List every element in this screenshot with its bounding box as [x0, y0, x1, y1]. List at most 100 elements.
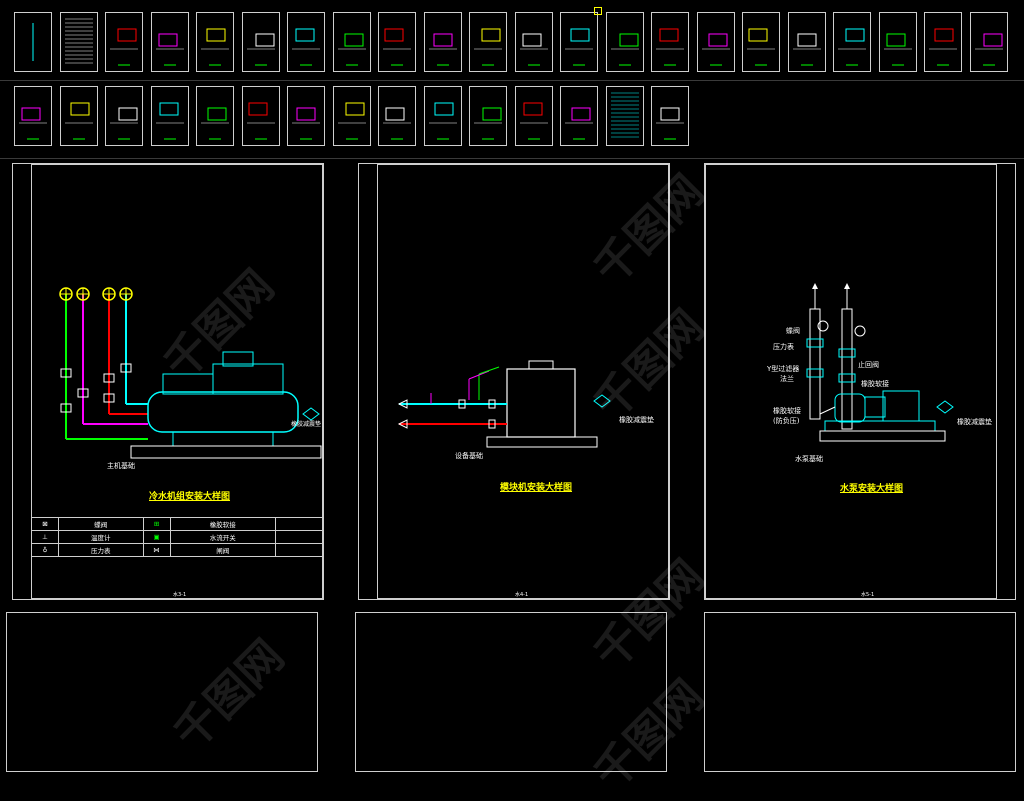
sheet-thumbnail[interactable]: [332, 12, 371, 72]
legend-label: 压力表: [58, 543, 144, 557]
sheet-thumbnail[interactable]: [14, 12, 52, 72]
sheet-thumbnail[interactable]: [150, 86, 189, 146]
sheet-chiller-install[interactable]: 主机基础 橡胶减震垫 冷水机组安装大样图 ⊠ 蝶阀 ⊞ 橡胶软接 ⊥ 温度计 ▣…: [12, 163, 324, 600]
drawing-icon: [110, 107, 138, 140]
drawing-icon: [110, 28, 138, 66]
drawing-icon: [747, 28, 775, 66]
sheet-thumbnail[interactable]: [469, 12, 507, 72]
drawing-icon: [565, 107, 593, 140]
sheet-thumbnail[interactable]: [196, 86, 234, 146]
flow-switch-symbol-icon: ▣: [142, 530, 171, 544]
sheet-thumbnail[interactable]: [560, 12, 598, 72]
drawing-icon: [474, 107, 502, 140]
sheet-thumbnail[interactable]: [833, 12, 871, 72]
drawing-icon: [292, 28, 320, 66]
sheet-thumbnail[interactable]: [196, 12, 234, 72]
soft-joint-bottom-label: 橡胶软接: [773, 407, 801, 415]
damper-label: 橡胶减震垫: [291, 421, 322, 428]
drawing-icon: [565, 28, 593, 66]
sheet-number: 水3-1: [173, 592, 187, 598]
title-sheet-icon: [32, 23, 34, 61]
drawing-icon: [656, 107, 684, 140]
damper-label: 橡胶减震垫: [957, 418, 992, 426]
row-divider: [0, 158, 1024, 159]
legend-label: 闸阀: [169, 543, 277, 557]
drawing-icon: [474, 28, 502, 66]
legend-table: ⊠ 蝶阀 ⊞ 橡胶软接 ⊥ 温度计 ▣ 水流开关 ♁ 压力表 ⋈ 闸阀: [31, 517, 323, 557]
drawing-icon: [155, 33, 184, 66]
sheet-title: 冷水机组安装大样图: [149, 492, 231, 502]
drawing-icon: [519, 102, 548, 140]
drawing-icon: [428, 102, 457, 140]
sheet-thumbnail[interactable]: [605, 12, 644, 72]
base-label: 水泵基础: [795, 455, 823, 463]
drawing-icon: [701, 33, 730, 66]
legend-row: ⊥ 温度计 ▣ 水流开关: [31, 530, 323, 544]
valve-label: 蝶阀: [786, 327, 800, 335]
drawing-icon: [610, 33, 639, 66]
gauge-symbol-icon: ♁: [31, 543, 59, 557]
thumbnail-row-1: [0, 12, 1024, 76]
pump-drawing: [806, 283, 954, 442]
drawing-icon: [883, 33, 912, 66]
soft-joint-symbol-icon: ⊞: [142, 517, 171, 531]
gate-valve-symbol-icon: ⋈: [142, 543, 171, 557]
sheet-thumbnail[interactable]: [969, 12, 1008, 72]
sheet-thumbnail[interactable]: [105, 86, 143, 146]
sheet-thumbnail[interactable]: [423, 86, 462, 146]
legend-label: 温度计: [58, 530, 144, 544]
module-unit-drawing: [397, 360, 611, 448]
thermometer-symbol-icon: ⊥: [31, 530, 59, 544]
sheet-thumbnail[interactable]: [332, 86, 371, 146]
sheet-thumbnail[interactable]: [651, 12, 689, 72]
sheet-thumbnail[interactable]: [787, 12, 826, 72]
sheet-partial-1[interactable]: [6, 612, 318, 772]
sheet-thumbnail[interactable]: [241, 12, 280, 72]
sheet-partial-3[interactable]: [704, 612, 1016, 772]
anti-pressure-label: (防负压): [773, 417, 800, 425]
damper-label: 橡胶减震垫: [619, 416, 654, 424]
sheet-thumbnail[interactable]: [696, 12, 735, 72]
thumbnail-row-2: [0, 86, 1024, 150]
sheet-thumbnail[interactable]: [287, 86, 325, 146]
drawing-icon: [201, 107, 229, 140]
sheet-thumbnail[interactable]: [59, 86, 98, 146]
sheet-thumbnail[interactable]: [105, 12, 143, 72]
sheet-thumbnail[interactable]: [878, 12, 917, 72]
table-sheet-icon: [610, 92, 639, 138]
sheet-thumbnail[interactable]: [378, 12, 416, 72]
sheet-thumbnail[interactable]: [514, 86, 553, 146]
soft-joint-top-label: 橡胶软接: [861, 380, 889, 388]
legend-row: ⊠ 蝶阀 ⊞ 橡胶软接: [31, 517, 323, 531]
drawing-icon: [246, 33, 275, 66]
sheet-thumbnail[interactable]: [59, 12, 98, 72]
filter-label: Y型过滤器: [767, 365, 800, 373]
sheet-title: 水泵安装大样图: [840, 484, 904, 494]
drawing-icon: [428, 33, 457, 66]
sheet-partial-2[interactable]: [355, 612, 667, 772]
sheet-thumbnail[interactable]: [560, 86, 598, 146]
sheet-thumbnail[interactable]: [651, 86, 689, 146]
sheet-thumbnail[interactable]: [150, 12, 189, 72]
drawing-icon: [64, 102, 93, 140]
sheet-pump-install[interactable]: 蝶阀 压力表 Y型过滤器 法兰 止回阀 橡胶软接 橡胶软接 (防负压) 水泵基础…: [704, 163, 1016, 600]
check-valve-label: 止回阀: [858, 361, 879, 369]
drawing-icon: [383, 28, 411, 66]
drawing-icon: [19, 107, 47, 140]
sheet-thumbnail[interactable]: [287, 12, 325, 72]
sheet-thumbnail[interactable]: [514, 12, 553, 72]
sheet-thumbnail[interactable]: [924, 12, 962, 72]
drawing-icon: [929, 28, 957, 66]
base-label: 设备基础: [455, 452, 483, 460]
sheet-thumbnail[interactable]: [14, 86, 52, 146]
sheet-thumbnail[interactable]: [469, 86, 507, 146]
legend-label: 橡胶软接: [169, 517, 277, 531]
sheet-thumbnail[interactable]: [378, 86, 416, 146]
sheet-thumbnail[interactable]: [423, 12, 462, 72]
sheet-thumbnail[interactable]: [605, 86, 644, 146]
drawing-icon: [337, 102, 366, 140]
sheet-thumbnail[interactable]: [742, 12, 780, 72]
sheet-thumbnail[interactable]: [241, 86, 280, 146]
sheet-module-install[interactable]: 设备基础 橡胶减震垫 模块机安装大样图 水4-1: [358, 163, 670, 600]
sheet-number: 水5-1: [861, 592, 875, 598]
